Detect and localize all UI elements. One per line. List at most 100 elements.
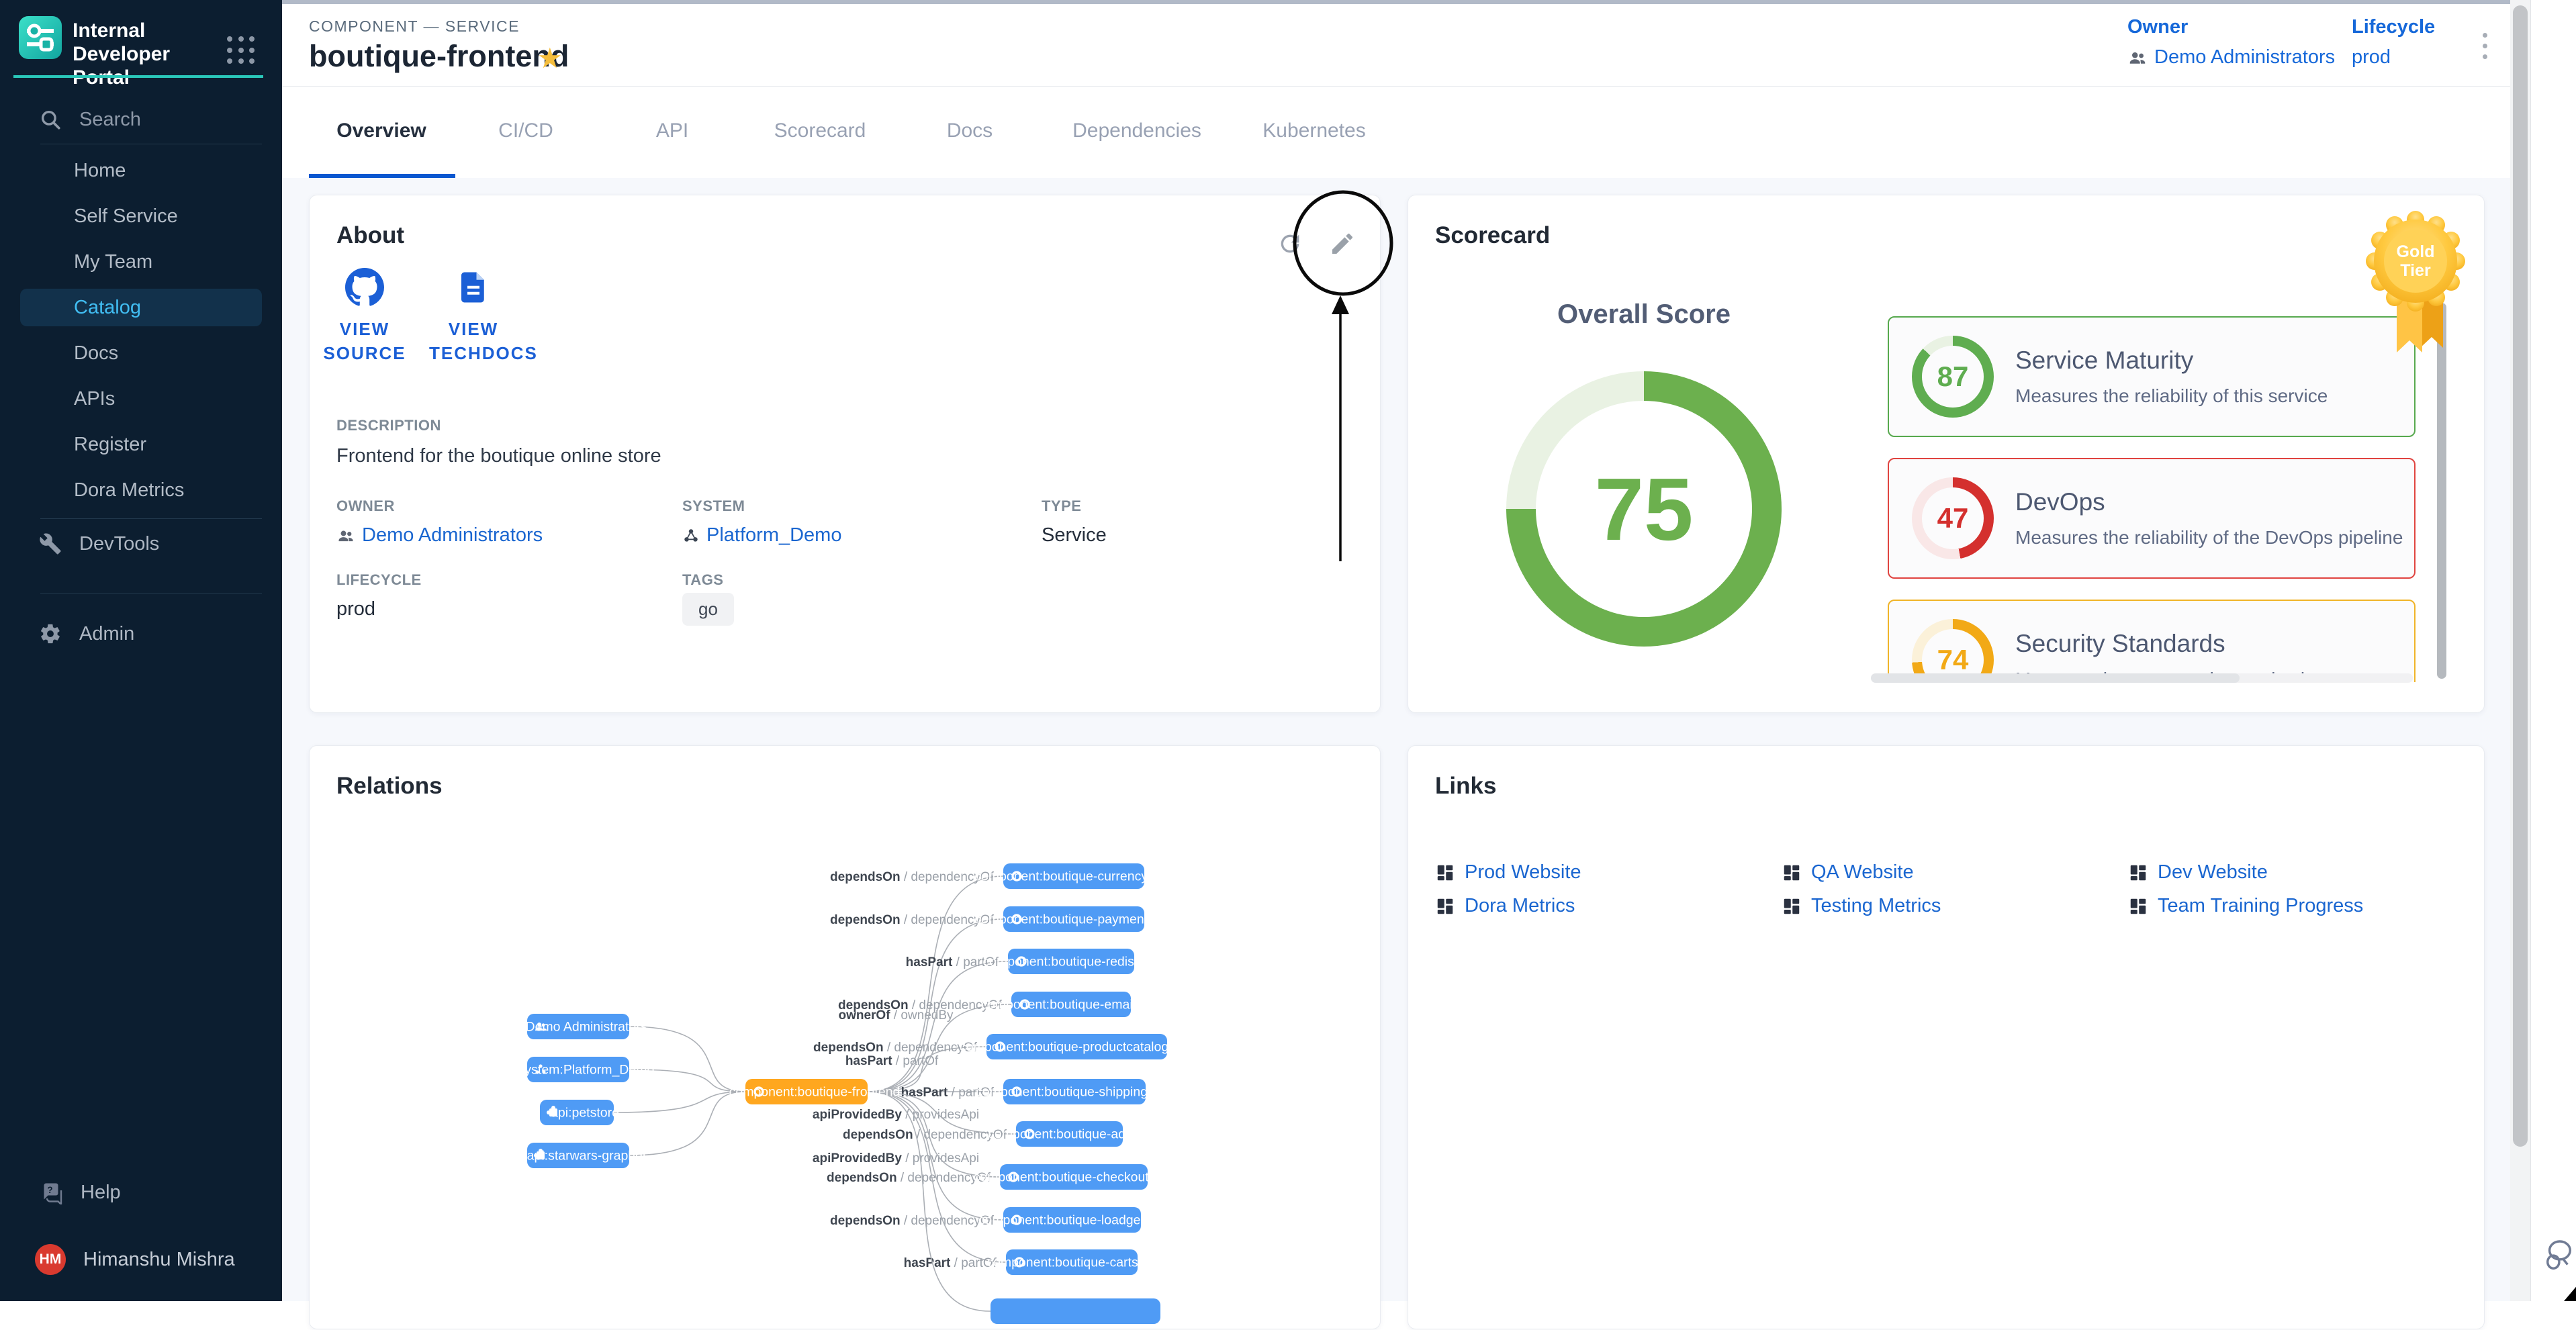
dashboard-icon <box>1435 863 1455 883</box>
metric-name: Service Maturity <box>2015 346 2328 375</box>
edge-label: dependsOn / dependencyOf <box>827 1171 991 1185</box>
metric-donut: 47 <box>1912 477 1994 559</box>
tab-api[interactable]: API <box>656 120 688 142</box>
owner-field-link[interactable]: Demo Administrators <box>336 524 543 547</box>
view-source-button[interactable]: VIEW SOURCE <box>320 268 409 365</box>
scorecard-title: Scorecard <box>1435 222 1550 249</box>
app-title: Internal Developer Portal <box>73 19 227 89</box>
edge-label: hasPart / partOf <box>904 1256 997 1270</box>
github-icon <box>345 268 384 307</box>
sidebar-item-help[interactable]: ? Help <box>0 1171 282 1214</box>
metric-score: 47 <box>1937 502 1969 534</box>
link-prod-website[interactable]: Prod Website <box>1435 861 1581 884</box>
sidebar-item-docs[interactable]: Docs <box>0 330 282 376</box>
link-label: Dora Metrics <box>1465 895 1575 917</box>
page-title: boutique-frontend <box>309 39 569 74</box>
owner-field-label: OWNER <box>336 497 395 515</box>
graph-node-label: component:boutique-checkoutservice <box>973 1170 1190 1185</box>
sidebar-item-my-team[interactable]: My Team <box>0 239 282 285</box>
relations-card: Relations ownerOf / ownedByhasPart / par… <box>309 745 1381 1329</box>
chat-widget-icon[interactable] <box>2543 1237 2574 1277</box>
about-title: About <box>336 222 404 249</box>
metric-score: 87 <box>1937 361 1969 393</box>
owner-label: Owner <box>2127 16 2335 38</box>
overall-score-value: 75 <box>1595 459 1694 560</box>
avatar: HM <box>35 1244 66 1275</box>
brand-divider <box>13 75 263 78</box>
sidebar-search[interactable]: Search <box>0 98 282 141</box>
tab-docs[interactable]: Docs <box>947 120 993 142</box>
relations-graph[interactable]: ownerOf / ownedByhasPart / partOfapiProv… <box>310 746 1381 1330</box>
favorite-star-icon[interactable]: ★ <box>537 42 563 75</box>
wrench-icon <box>39 532 62 555</box>
apps-grid-icon[interactable] <box>227 36 257 66</box>
system-field-link[interactable]: Platform_Demo <box>682 524 841 547</box>
sidebar-item-apis[interactable]: APIs <box>0 376 282 422</box>
tab-overview[interactable]: Overview <box>336 120 426 142</box>
tab-kubernetes[interactable]: Kubernetes <box>1262 120 1365 142</box>
link-label: Testing Metrics <box>1811 895 1941 917</box>
edit-pencil-icon[interactable] <box>1329 230 1356 257</box>
scorecard-metric-list: 87 Service Maturity Measures the reliabili… <box>1888 296 2416 682</box>
view-techdocs-button[interactable]: VIEW TECHDOCS <box>429 268 518 365</box>
app-logo[interactable] <box>19 16 62 59</box>
edge-label: dependsOn / dependencyOf <box>813 1041 978 1055</box>
sidebar-item-home[interactable]: Home <box>0 148 282 193</box>
tab-ci-cd[interactable]: CI/CD <box>498 120 553 142</box>
sidebar-item-admin[interactable]: Admin <box>0 612 282 655</box>
links-card: Links Prod WebsiteQA WebsiteDev WebsiteD… <box>1408 745 2485 1329</box>
link-qa-website[interactable]: QA Website <box>1782 861 1914 884</box>
metric-card-security-standards[interactable]: 74Security StandardsMeasures how secure … <box>1888 600 2416 682</box>
page-scrollbar-thumb[interactable] <box>2513 5 2528 1147</box>
description-label: DESCRIPTION <box>336 417 441 434</box>
sidebar-item-register[interactable]: Register <box>0 422 282 467</box>
header-lifecycle: Lifecycle prod <box>2352 16 2435 68</box>
header-owner: Owner Demo Administrators <box>2127 16 2335 68</box>
metric-card-service-maturity[interactable]: 87Service MaturityMeasures the reliabili… <box>1888 316 2416 437</box>
link-dev-website[interactable]: Dev Website <box>2128 861 2268 884</box>
link-testing-metrics[interactable]: Testing Metrics <box>1782 895 1941 917</box>
lifecycle-field-label: LIFECYCLE <box>336 571 422 589</box>
dashboard-icon <box>2128 863 2148 883</box>
about-card: About VIEW SOURCE VIEW TECHDOCS DESCRIPT… <box>309 195 1381 713</box>
refresh-icon[interactable] <box>1277 230 1303 257</box>
graph-node-label: component:boutique-currencyservice <box>974 869 1189 884</box>
graph-node[interactable] <box>991 1298 1160 1324</box>
group-icon <box>2127 48 2148 68</box>
metric-description: Measures the reliability of the DevOps p… <box>2015 527 2403 549</box>
badge-rosette: Gold Tier <box>2366 211 2465 312</box>
graph-node-label: component:boutique-productcatalogservice <box>960 1040 1210 1055</box>
graph-node-label: Demo Administrators <box>526 1020 647 1035</box>
tab-scorecard[interactable]: Scorecard <box>774 120 866 142</box>
link-team-training-progress[interactable]: Team Training Progress <box>2128 895 2363 917</box>
sidebar-item-dora-metrics[interactable]: Dora Metrics <box>0 467 282 513</box>
graph-node-label: component:boutique-paymentservice <box>974 912 1189 927</box>
owner-link[interactable]: Demo Administrators <box>2127 46 2335 68</box>
system-icon <box>682 527 700 544</box>
sidebar-item-devtools[interactable]: DevTools <box>0 522 282 565</box>
graph-node-label: component:boutique-loadgenerator <box>978 1213 1183 1228</box>
metric-list-hscrollbar[interactable] <box>1871 673 2413 683</box>
owner-value: Demo Administrators <box>2154 46 2335 68</box>
graph-node-label: component:boutique-redisservice <box>982 955 1175 969</box>
edge-label: dependsOn / dependencyOf <box>830 1214 995 1228</box>
more-options-icon[interactable] <box>2471 27 2498 64</box>
links-grid: Prod Website QA Website Dev Website Dora Me… <box>1435 861 2469 942</box>
header-divider <box>282 86 2510 87</box>
sidebar-item-catalog[interactable]: Catalog <box>0 285 282 330</box>
tag-chip[interactable]: go <box>682 593 734 626</box>
edge-label: dependsOn / dependencyOf <box>830 913 995 927</box>
sidebar-user[interactable]: HM Himanshu Mishra <box>0 1238 282 1281</box>
metric-donut: 87 <box>1912 336 1994 418</box>
link-label: Team Training Progress <box>2158 895 2363 917</box>
help-chat-icon: ? <box>39 1180 63 1204</box>
link-label: Prod Website <box>1465 861 1581 884</box>
sidebar-item-self-service[interactable]: Self Service <box>0 193 282 239</box>
link-dora-metrics[interactable]: Dora Metrics <box>1435 895 1575 917</box>
graph-node-label: system:Platform_Demo <box>518 1063 655 1078</box>
graph-node-label: component:boutique-frontend <box>729 1085 901 1100</box>
metric-card-devops[interactable]: 47DevOpsMeasures the reliability of the … <box>1888 458 2416 579</box>
type-field-value: Service <box>1042 524 1107 547</box>
tab-dependencies[interactable]: Dependencies <box>1072 120 1201 142</box>
overall-score-donut: 75 <box>1506 371 1782 647</box>
